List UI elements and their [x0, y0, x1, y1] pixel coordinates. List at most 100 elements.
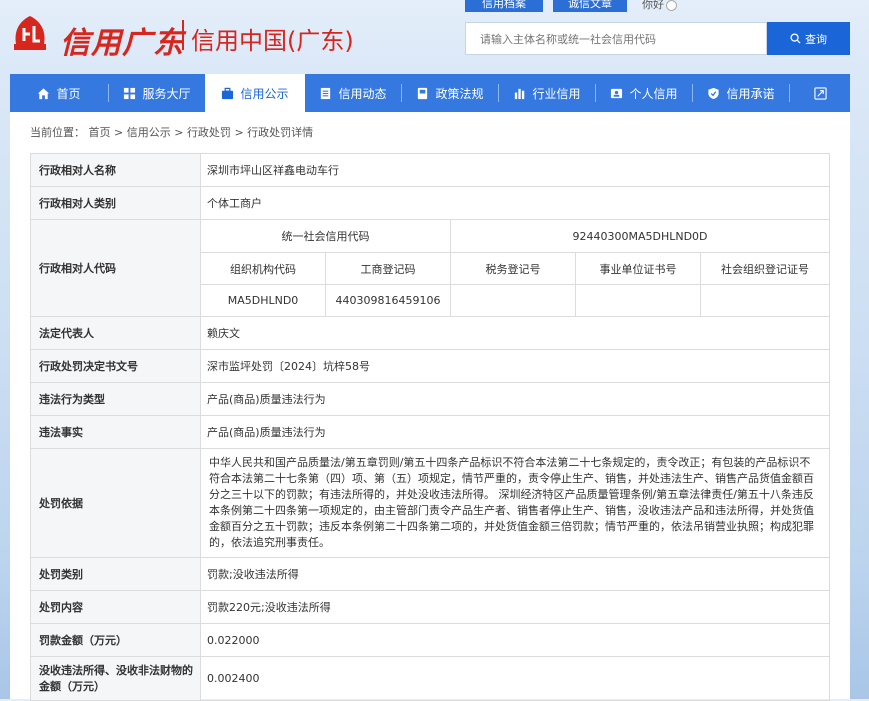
nav-item-credit-commitment[interactable]: 信用承诺	[693, 74, 789, 112]
site-title[interactable]: 信用中国(广东)	[191, 21, 354, 56]
search-icon	[790, 33, 801, 44]
search-button[interactable]: 查询	[767, 22, 850, 55]
code-value	[575, 284, 701, 317]
field-label: 处罚类别	[30, 557, 201, 591]
code-header: 税务登记号	[450, 252, 576, 285]
nav-label: 政策法规	[435, 86, 484, 101]
field-value-name: 深圳市坪山区祥鑫电动车行	[200, 153, 830, 187]
table-row: 罚款金额（万元） 0.022000	[30, 623, 830, 657]
table-row: 没收违法所得、没收非法财物的金额（万元） 0.002400	[30, 656, 830, 701]
content-panel: 当前位置： 首页 > 信用公示 > 行政处罚 > 行政处罚详情 行政相对人名称 …	[10, 112, 850, 701]
breadcrumb-separator: >	[234, 126, 244, 139]
nav-label: 个人信用	[629, 86, 678, 101]
breadcrumb-current: 行政处罚详情	[247, 126, 314, 139]
field-label: 处罚依据	[30, 448, 201, 558]
logo-divider	[182, 20, 184, 50]
breadcrumb-separator: >	[114, 126, 124, 139]
field-value-fine-amount: 0.022000	[200, 623, 830, 657]
uscc-header: 统一社会信用代码	[200, 219, 451, 253]
nav-label: 信用动态	[338, 86, 387, 101]
document-icon	[321, 87, 331, 99]
field-value-category: 个体工商户	[200, 186, 830, 220]
top-tab-credit-archive[interactable]: 信用档案	[465, 0, 543, 12]
field-value-penalty-type: 罚款;没收违法所得	[200, 557, 830, 591]
breadcrumb-home[interactable]: 首页	[89, 126, 111, 139]
search-input[interactable]	[466, 23, 772, 56]
code-header: 社会组织登记证号	[700, 252, 830, 285]
code-value	[700, 284, 830, 317]
nav-item-industry-credit[interactable]: 行业信用	[499, 74, 595, 112]
code-value: MA5DHLND0	[200, 284, 326, 317]
field-value-violation-type: 产品(商品)质量违法行为	[200, 382, 830, 416]
field-value-basis: 中华人民共和国产品质量法/第五章罚则/第五十四条产品标识不符合本法第二十七条规定…	[200, 448, 830, 558]
field-value-penalty-content: 罚款220元;没收违法所得	[200, 590, 830, 624]
nav-item-service-hall[interactable]: 服务大厅	[109, 74, 205, 112]
code-header: 组织机构代码	[200, 252, 326, 285]
nav-expand-button[interactable]	[790, 74, 850, 112]
nav-label: 首页	[56, 86, 81, 101]
field-label: 行政处罚决定书文号	[30, 349, 201, 383]
bar-chart-icon	[515, 88, 525, 99]
top-tab-greeting[interactable]: 你好	[642, 0, 677, 12]
nav-item-credit-news[interactable]: 信用动态	[305, 74, 401, 112]
field-value-violation-facts: 产品(商品)质量违法行为	[200, 415, 830, 449]
table-row: 行政相对人代码 统一社会信用代码 92440300MA5DHLND0D	[30, 219, 830, 317]
breadcrumb-credit-publicity[interactable]: 信用公示	[127, 126, 171, 139]
code-header: 工商登记码	[325, 252, 451, 285]
table-row: 行政相对人类别 个体工商户	[30, 186, 830, 220]
top-tab-label: 信用档案	[482, 0, 526, 10]
uscc-value: 92440300MA5DHLND0D	[450, 219, 830, 253]
logo-script-text: 信用广东	[60, 26, 184, 61]
nav-item-credit-publicity[interactable]: 信用公示	[205, 74, 305, 112]
breadcrumb: 当前位置： 首页 > 信用公示 > 行政处罚 > 行政处罚详情	[30, 124, 313, 140]
shield-icon	[708, 87, 720, 99]
table-row: 处罚依据 中华人民共和国产品质量法/第五章罚则/第五十四条产品标识不符合本法第二…	[30, 448, 830, 558]
main-nav: 首页 服务大厅 信用公示 信用动态 政策法规 行业信用 个人信用 信用承诺	[10, 74, 850, 112]
table-row: 行政相对人名称 深圳市坪山区祥鑫电动车行	[30, 153, 830, 187]
table-row: 行政处罚决定书文号 深市监坪处罚〔2024〕坑梓58号	[30, 349, 830, 383]
nav-item-home[interactable]: 首页	[10, 74, 108, 112]
table-row: 违法事实 产品(商品)质量违法行为	[30, 415, 830, 449]
search-button-label: 查询	[805, 32, 827, 46]
expand-icon	[813, 86, 827, 100]
field-value-legal-rep: 赖庆文	[200, 316, 830, 350]
breadcrumb-prefix: 当前位置：	[30, 126, 85, 139]
nav-label: 信用承诺	[726, 86, 775, 101]
nav-label: 服务大厅	[142, 86, 191, 101]
status-dot-icon	[666, 0, 677, 11]
breadcrumb-admin-penalty[interactable]: 行政处罚	[187, 126, 231, 139]
top-tab-label: 诚信文章	[568, 0, 612, 10]
breadcrumb-separator: >	[174, 126, 184, 139]
field-value-confiscation-amount: 0.002400	[200, 656, 830, 701]
top-tab-articles[interactable]: 诚信文章	[553, 0, 627, 12]
field-label: 法定代表人	[30, 316, 201, 350]
field-label: 违法行为类型	[30, 382, 201, 416]
field-label: 没收违法所得、没收非法财物的金额（万元）	[30, 656, 201, 701]
greeting-label: 你好	[642, 0, 664, 11]
field-label: 行政相对人名称	[30, 153, 201, 187]
id-card-icon	[611, 88, 623, 98]
code-value: 440309816459106	[325, 284, 451, 317]
book-icon	[418, 87, 428, 99]
code-value	[450, 284, 576, 317]
logo-icon	[14, 16, 46, 50]
nav-item-personal-credit[interactable]: 个人信用	[596, 74, 692, 112]
penalty-detail-table: 行政相对人名称 深圳市坪山区祥鑫电动车行 行政相对人类别 个体工商户 行政相对人…	[30, 153, 830, 701]
field-label: 行政相对人代码	[30, 219, 201, 317]
code-header: 事业单位证书号	[575, 252, 701, 285]
nav-label: 行业信用	[532, 86, 581, 101]
grid-icon	[124, 87, 136, 99]
search-box	[465, 22, 772, 56]
field-label: 行政相对人类别	[30, 186, 201, 220]
home-icon	[38, 87, 50, 99]
table-row: 违法行为类型 产品(商品)质量违法行为	[30, 382, 830, 416]
nav-label: 信用公示	[240, 86, 289, 101]
field-label: 处罚内容	[30, 590, 201, 624]
table-row: 法定代表人 赖庆文	[30, 316, 830, 350]
table-row: 处罚类别 罚款;没收违法所得	[30, 557, 830, 591]
field-value-doc-no: 深市监坪处罚〔2024〕坑梓58号	[200, 349, 830, 383]
nav-item-policies[interactable]: 政策法规	[402, 74, 498, 112]
table-row: 处罚内容 罚款220元;没收违法所得	[30, 590, 830, 624]
briefcase-icon	[222, 87, 234, 99]
field-label: 罚款金额（万元）	[30, 623, 201, 657]
